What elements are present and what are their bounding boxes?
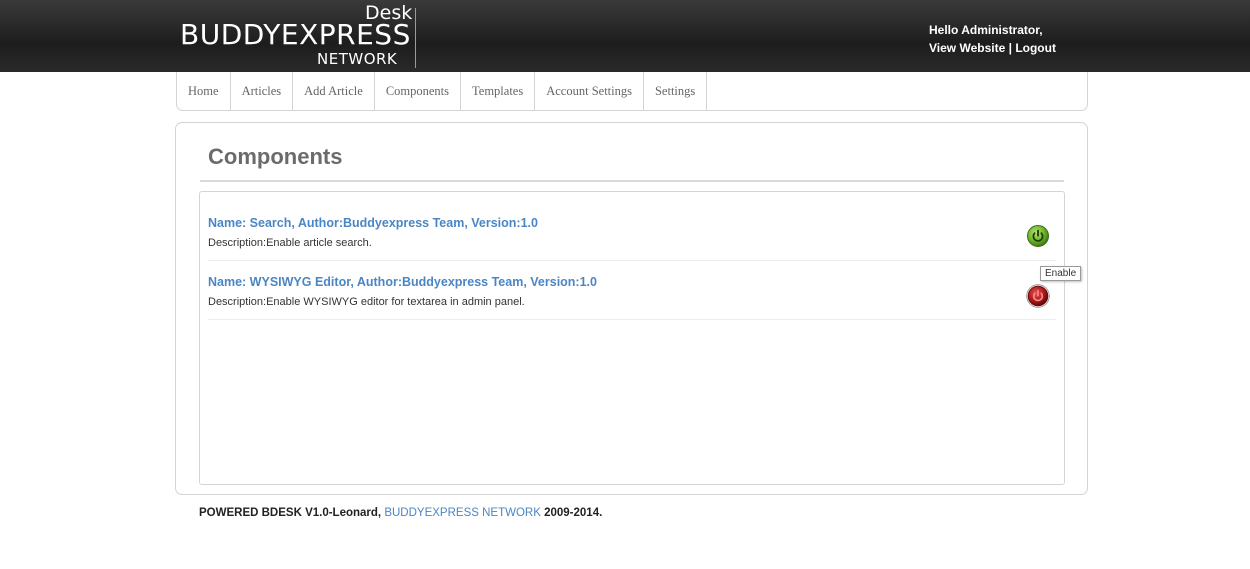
component-description: Description:Enable WYSIWYG editor for te… <box>208 296 525 308</box>
logo-network-text: NETWORK <box>317 50 398 68</box>
main-nav: Home Articles Add Article Components Tem… <box>176 72 1088 111</box>
logo-divider <box>415 8 416 68</box>
page-title: Components <box>208 144 343 169</box>
component-row: Name: Search, Author:Buddyexpress Team, … <box>208 202 1056 261</box>
content-panel: Components Name: Search, Author:Buddyexp… <box>175 122 1088 495</box>
footer: POWERED BDESK V1.0-Leonard, BUDDYEXPRESS… <box>199 507 602 519</box>
nav-item-settings[interactable]: Settings <box>644 72 708 110</box>
view-website-link[interactable]: View Website <box>929 41 1005 55</box>
footer-suffix: 2009-2014. <box>544 507 603 519</box>
link-separator: | <box>1008 41 1012 55</box>
components-list: Name: Search, Author:Buddyexpress Team, … <box>199 191 1065 485</box>
title-divider <box>200 180 1064 182</box>
logout-link[interactable]: Logout <box>1015 41 1056 55</box>
disabled-power-icon[interactable] <box>1026 284 1050 308</box>
top-header: Desk BUDDYEXPRESS NETWORK Hello Administ… <box>0 0 1250 72</box>
logo[interactable]: Desk BUDDYEXPRESS NETWORK <box>180 0 420 72</box>
component-name[interactable]: Name: Search, Author:Buddyexpress Team, … <box>208 216 538 230</box>
enabled-power-icon[interactable] <box>1027 225 1049 247</box>
greeting: Hello Administrator, <box>929 23 1043 37</box>
component-description: Description:Enable article search. <box>208 237 372 249</box>
component-row: Name: WYSIWYG Editor, Author:Buddyexpres… <box>208 261 1056 320</box>
user-area: Hello Administrator, View Website | Logo… <box>929 21 1056 57</box>
nav-item-articles[interactable]: Articles <box>231 72 294 110</box>
nav-item-add-article[interactable]: Add Article <box>293 72 375 110</box>
footer-network-link[interactable]: BUDDYEXPRESS NETWORK <box>384 507 541 519</box>
footer-prefix: POWERED BDESK V1.0-Leonard, <box>199 507 382 519</box>
nav-item-components[interactable]: Components <box>375 72 462 110</box>
logo-main-text: BUDDYEXPRESS <box>180 18 411 51</box>
enable-tooltip: Enable <box>1040 266 1082 281</box>
nav-item-templates[interactable]: Templates <box>461 72 536 110</box>
component-name[interactable]: Name: WYSIWYG Editor, Author:Buddyexpres… <box>208 275 597 289</box>
nav-item-home[interactable]: Home <box>177 72 231 110</box>
nav-item-account-settings[interactable]: Account Settings <box>535 72 644 110</box>
